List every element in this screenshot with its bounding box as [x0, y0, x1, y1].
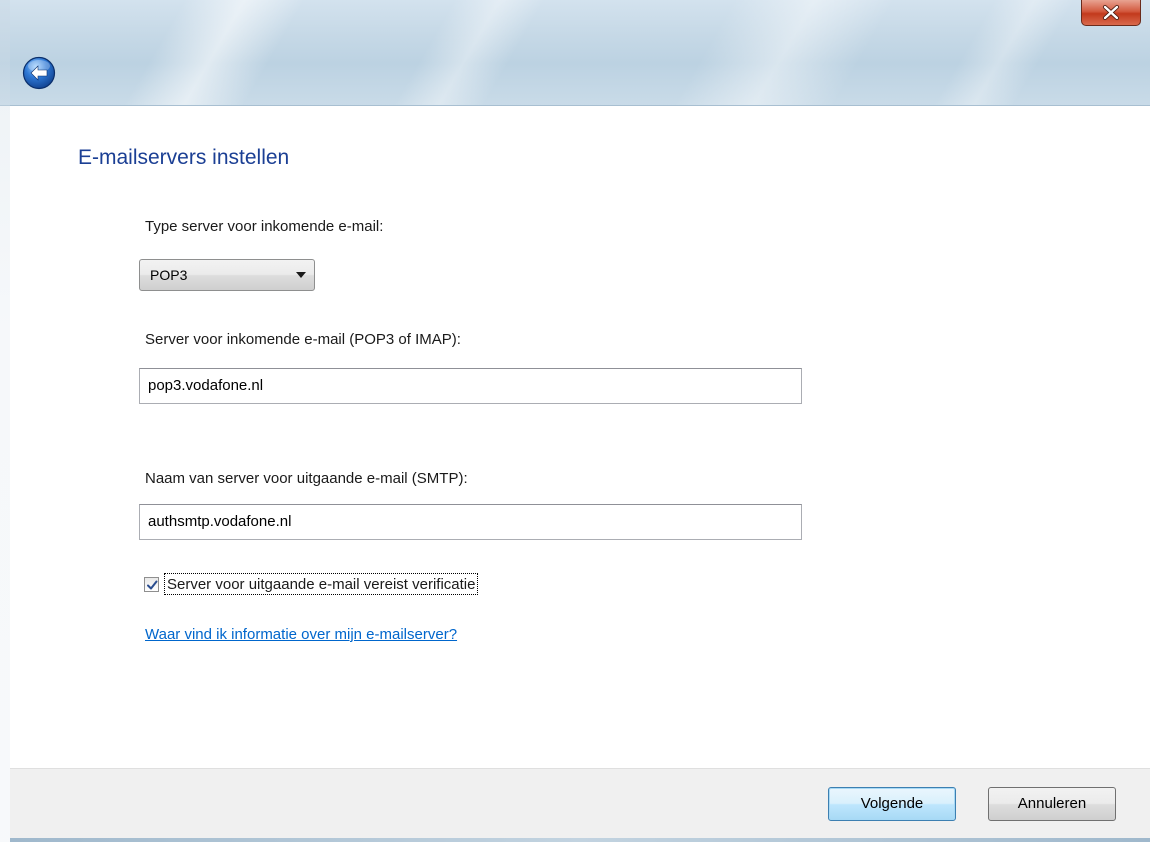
chevron-down-icon — [296, 272, 306, 278]
glass-reflection — [362, 0, 568, 106]
incoming-type-select[interactable]: POP3 — [139, 259, 315, 291]
auth-required-checkbox[interactable] — [144, 577, 159, 592]
incoming-type-value: POP3 — [150, 267, 188, 283]
page-title: E-mailservers instellen — [78, 146, 290, 169]
back-button[interactable] — [22, 56, 56, 90]
window-left-edge — [0, 0, 10, 842]
wizard-content: E-mailservers instellen Type server voor… — [10, 106, 1150, 768]
email-server-help-link[interactable]: Waar vind ik informatie over mijn e-mail… — [145, 626, 457, 643]
auth-required-label: Server voor uitgaande e-mail vereist ver… — [164, 573, 479, 595]
cancel-button[interactable]: Annuleren — [988, 787, 1116, 821]
incoming-type-label: Type server voor inkomende e-mail: — [145, 218, 384, 235]
wizard-footer: Volgende Annuleren — [10, 768, 1150, 842]
incoming-server-label: Server voor inkomende e-mail (POP3 of IM… — [145, 331, 461, 348]
back-arrow-icon — [22, 56, 56, 90]
outgoing-server-label: Naam van server voor uitgaande e-mail (S… — [145, 470, 468, 487]
next-button[interactable]: Volgende — [828, 787, 956, 821]
incoming-server-value: pop3.vodafone.nl — [148, 377, 264, 394]
email-server-setup-window: E-mailservers instellen Type server voor… — [0, 0, 1150, 842]
window-bottom-border — [10, 838, 1150, 842]
glass-reflection — [642, 0, 918, 106]
outgoing-server-input[interactable]: authsmtp.vodafone.nl — [139, 504, 802, 540]
glass-reflection — [902, 0, 1098, 106]
close-button[interactable] — [1081, 0, 1141, 26]
glass-reflection — [92, 0, 328, 106]
title-bar — [0, 0, 1150, 106]
check-icon — [147, 580, 158, 590]
close-icon — [1103, 5, 1119, 20]
outgoing-server-value: authsmtp.vodafone.nl — [148, 513, 292, 530]
incoming-server-input[interactable]: pop3.vodafone.nl — [139, 368, 802, 404]
